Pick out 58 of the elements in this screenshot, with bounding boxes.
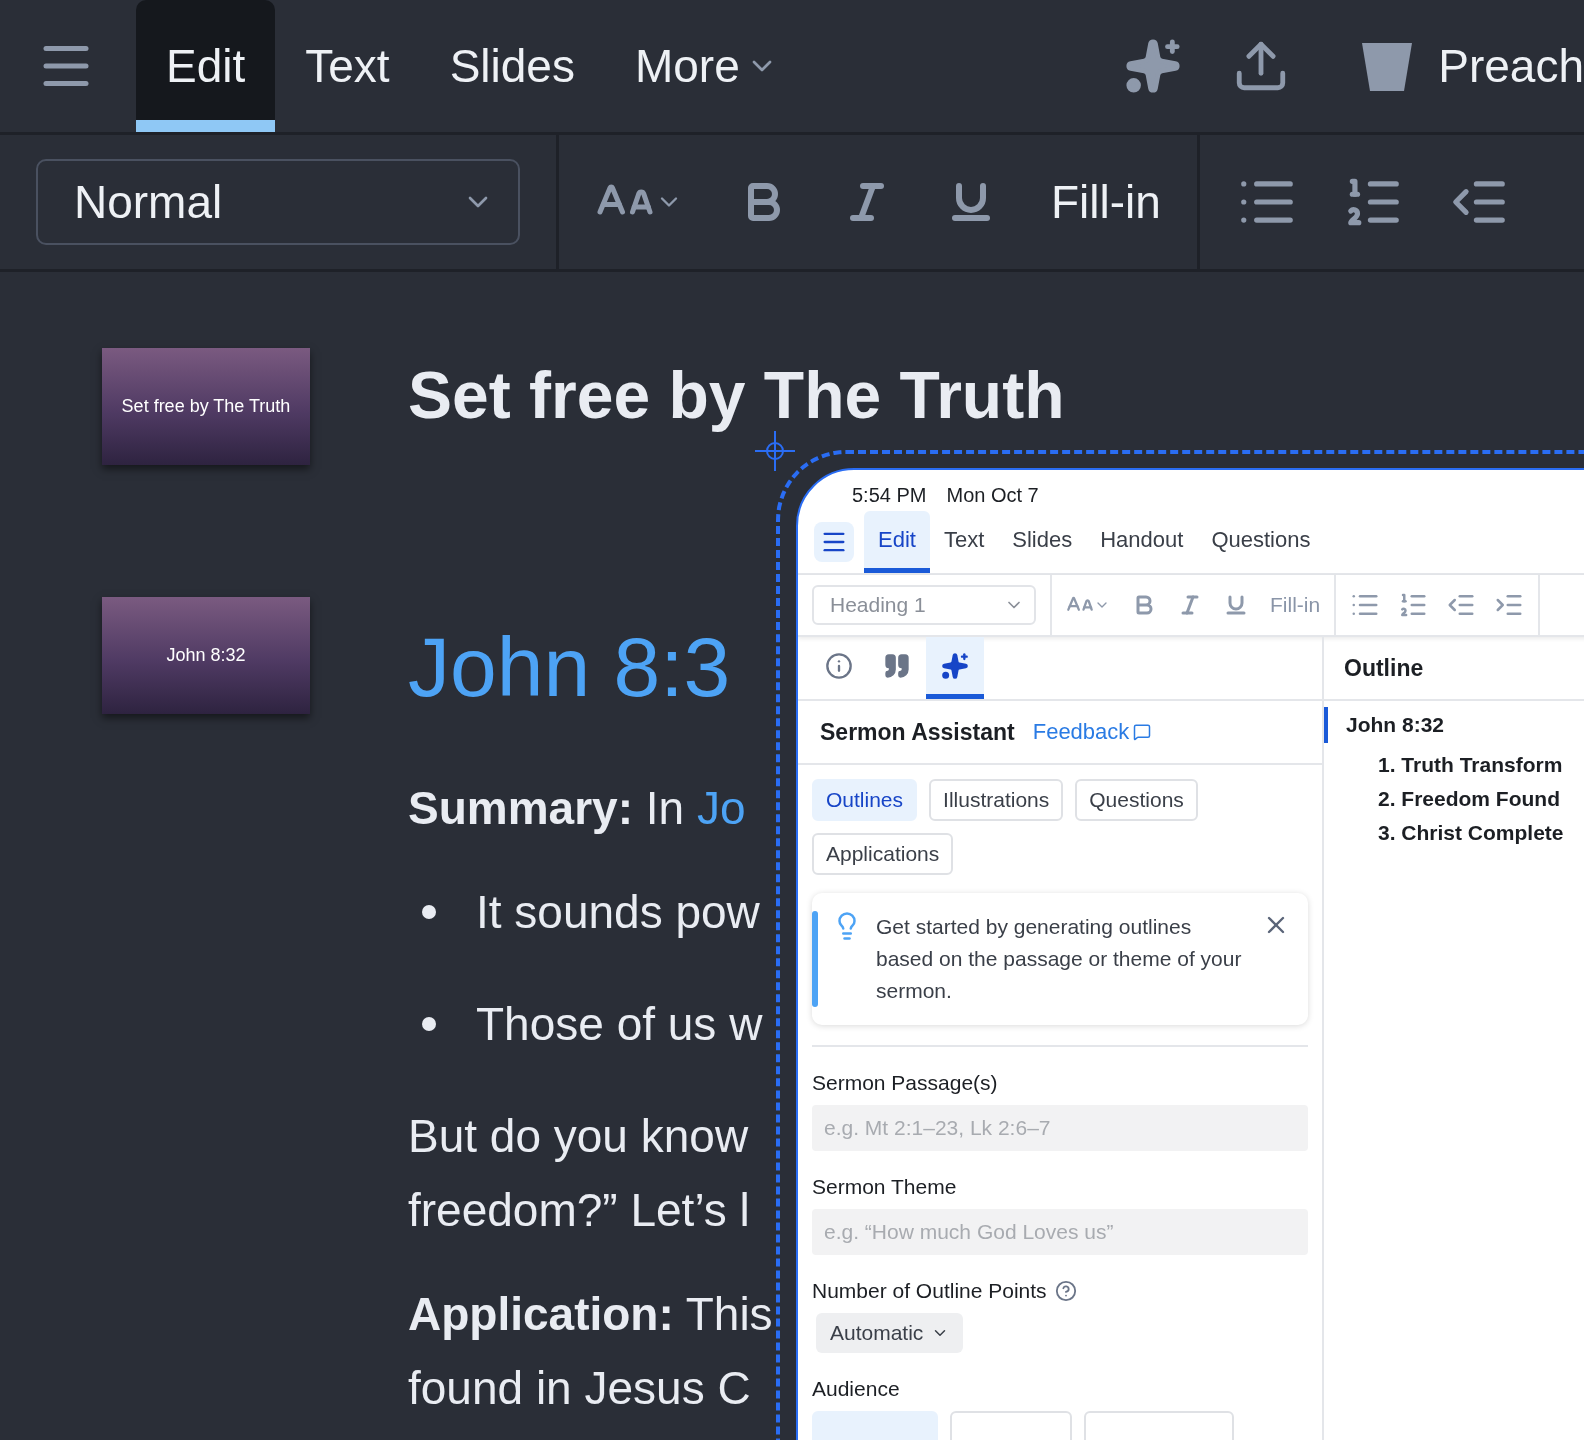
menu-button[interactable] [814, 522, 854, 562]
sparkle-icon [1124, 37, 1183, 95]
speech-bubble-icon [1133, 723, 1152, 741]
nav-tab[interactable]: Text [929, 511, 999, 573]
account-label: Preach [1438, 39, 1584, 93]
outline-item[interactable]: 3. Christ Complete [1324, 811, 1584, 845]
paragraph: Summary: In Jo [408, 781, 747, 837]
outline-item[interactable]: 2. Freedom Found [1324, 777, 1584, 811]
scripture-link[interactable]: Jo [696, 782, 746, 835]
status-time: 5:54 PM [852, 484, 927, 507]
nav-tab[interactable]: Questions [1197, 511, 1325, 573]
bullet-dot [422, 905, 436, 920]
nav-tab[interactable]: Edit [136, 0, 276, 132]
outline-title: Outline [1344, 654, 1424, 682]
points-dropdown[interactable]: Automatic [816, 1313, 964, 1353]
scripture-heading: John 8:3 [408, 618, 732, 716]
nav-tab[interactable]: Slides [998, 511, 1087, 573]
slide-thumbnail[interactable]: John 8:32 [102, 597, 310, 714]
bullet-dot [422, 1017, 436, 1032]
outline-item[interactable]: John 8:32 [1324, 707, 1584, 743]
help-icon [1054, 1280, 1077, 1302]
quote-icon [883, 651, 911, 680]
field-label: Number of Outline Points [812, 1279, 1047, 1303]
paragraph: Application: This found in Jesus C [408, 1287, 774, 1417]
field-label: Sermon Theme [812, 1175, 957, 1199]
slide-thumbnail[interactable]: Set free by The Truth [102, 348, 310, 465]
sparkle-icon [941, 651, 969, 680]
text-field[interactable]: e.g. “How much God Loves us” [812, 1209, 1308, 1255]
tip-text: Get started by generating outlines based on the passage or theme of your sermon. [876, 914, 1243, 1004]
nav-tab[interactable]: Edit [864, 511, 930, 573]
feedback-link[interactable]: Feedback [1032, 719, 1152, 745]
text-field[interactable]: e.g. Mt 2:1–23, Lk 2:6–7 [812, 1105, 1308, 1151]
nav-tab[interactable]: Slides [419, 0, 605, 132]
bullet-text: Those of us w [476, 997, 763, 1053]
nav-tab[interactable]: Handout [1086, 511, 1198, 573]
fill-in-button[interactable]: Fill-in [1051, 175, 1161, 229]
field-label: Sermon Passage(s) [812, 1071, 998, 1095]
info-icon [825, 651, 853, 680]
crosshair-icon [755, 431, 795, 471]
mode-tab[interactable]: Illustrations [929, 779, 1064, 821]
status-date: Mon Oct 7 [946, 484, 1039, 507]
nav-tab[interactable]: More [604, 0, 808, 132]
underline-button[interactable] [1224, 593, 1248, 617]
slide-caption: John 8:32 [166, 645, 246, 666]
document-title: Set free by The Truth [408, 357, 1065, 434]
bullet-text: It sounds pow [476, 885, 760, 941]
panel-title: Sermon Assistant [820, 718, 1015, 746]
mode-tab[interactable]: Questions [1075, 779, 1198, 821]
paragraph: But do you know freedom?” Let’s l [408, 1109, 751, 1239]
style-dropdown[interactable]: Normal [36, 159, 520, 245]
panel-tab[interactable] [926, 637, 984, 699]
slide-caption: Set free by The Truth [121, 396, 291, 417]
field-label: Audience [812, 1377, 900, 1401]
outline-item[interactable]: 1. Truth Transform [1324, 743, 1584, 777]
underline-icon [1224, 593, 1248, 617]
nav-tab[interactable]: Text [275, 0, 420, 132]
mode-tab[interactable]: Outlines [812, 779, 918, 821]
mode-tab[interactable]: Applications [812, 833, 954, 875]
